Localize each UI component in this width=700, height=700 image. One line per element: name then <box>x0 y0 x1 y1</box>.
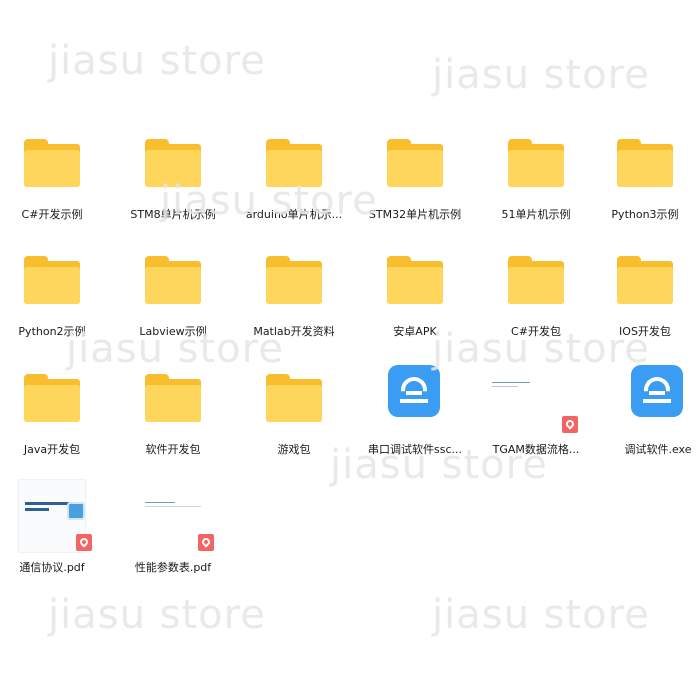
item-label: STM8单片机示例 <box>130 208 216 221</box>
pdf-item[interactable]: 性能参数表.pdf <box>118 475 228 585</box>
item-label: 通信协议.pdf <box>19 561 85 574</box>
serial-debug-app-icon <box>388 365 440 417</box>
folder-item[interactable]: Matlab开发资料 <box>239 239 349 349</box>
watermark: jiasu store <box>48 38 266 84</box>
folder-icon <box>145 139 201 187</box>
folder-item[interactable]: 51单片机示例 <box>481 122 591 232</box>
item-label: C#开发示例 <box>21 208 83 221</box>
item-label: C#开发包 <box>511 325 561 338</box>
pdf-icon <box>198 534 214 551</box>
item-label: STM32单片机示例 <box>368 208 462 221</box>
folder-item[interactable]: C#开发示例 <box>0 122 107 232</box>
pdf-thumbnail <box>489 357 557 431</box>
folder-item[interactable]: STM32单片机示例 <box>360 122 470 232</box>
watermark: jiasu store <box>432 52 650 98</box>
folder-item[interactable]: STM8单片机示例 <box>118 122 228 232</box>
item-label: 软件开发包 <box>145 443 201 456</box>
folder-icon <box>508 256 564 304</box>
folder-icon <box>508 139 564 187</box>
watermark: jiasu store <box>48 592 266 638</box>
debug-app-icon <box>631 365 683 417</box>
folder-item[interactable]: C#开发包 <box>481 239 591 349</box>
item-label: arduino单片机示... <box>245 208 343 221</box>
folder-item[interactable]: Python2示例 <box>0 239 107 349</box>
exe-item[interactable]: 串口调试软件ssc... <box>360 357 470 467</box>
folder-icon <box>24 256 80 304</box>
folder-icon <box>617 256 673 304</box>
exe-item[interactable]: 调试软件.exe <box>603 357 700 467</box>
item-label: 安卓APK <box>393 325 437 338</box>
folder-icon <box>145 256 201 304</box>
folder-item[interactable]: Labview示例 <box>118 239 228 349</box>
folder-icon <box>145 374 201 422</box>
pdf-icon <box>76 534 92 551</box>
folder-icon <box>24 374 80 422</box>
item-label: 性能参数表.pdf <box>134 561 212 574</box>
item-label: TGAM数据流格... <box>492 443 580 456</box>
item-label: 游戏包 <box>277 443 311 456</box>
folder-icon <box>387 256 443 304</box>
folder-item[interactable]: Java开发包 <box>0 357 107 467</box>
pdf-item[interactable]: 通信协议.pdf <box>0 475 107 585</box>
folder-icon <box>617 139 673 187</box>
item-label: Python2示例 <box>18 325 86 338</box>
item-label: Java开发包 <box>23 443 81 456</box>
folder-icon <box>266 139 322 187</box>
folder-item[interactable]: 安卓APK <box>360 239 470 349</box>
item-label: Labview示例 <box>139 325 207 338</box>
folder-icon <box>387 139 443 187</box>
folder-item[interactable]: Python3示例 <box>590 122 700 232</box>
folder-item[interactable]: 软件开发包 <box>118 357 228 467</box>
item-label: 调试软件.exe <box>624 443 692 456</box>
folder-icon <box>24 139 80 187</box>
item-label: 串口调试软件ssc... <box>368 443 462 456</box>
watermark: jiasu store <box>432 592 650 638</box>
folder-item[interactable]: 游戏包 <box>239 357 349 467</box>
item-label: IOS开发包 <box>619 325 671 338</box>
pdf-item[interactable]: TGAM数据流格... <box>481 357 591 467</box>
item-label: Matlab开发资料 <box>253 325 335 338</box>
folder-item[interactable]: arduino单片机示... <box>239 122 349 232</box>
pdf-icon <box>562 416 578 433</box>
folder-icon <box>266 256 322 304</box>
item-label: Python3示例 <box>611 208 679 221</box>
folder-item[interactable]: IOS开发包 <box>590 239 700 349</box>
item-label: 51单片机示例 <box>501 208 571 221</box>
folder-icon <box>266 374 322 422</box>
